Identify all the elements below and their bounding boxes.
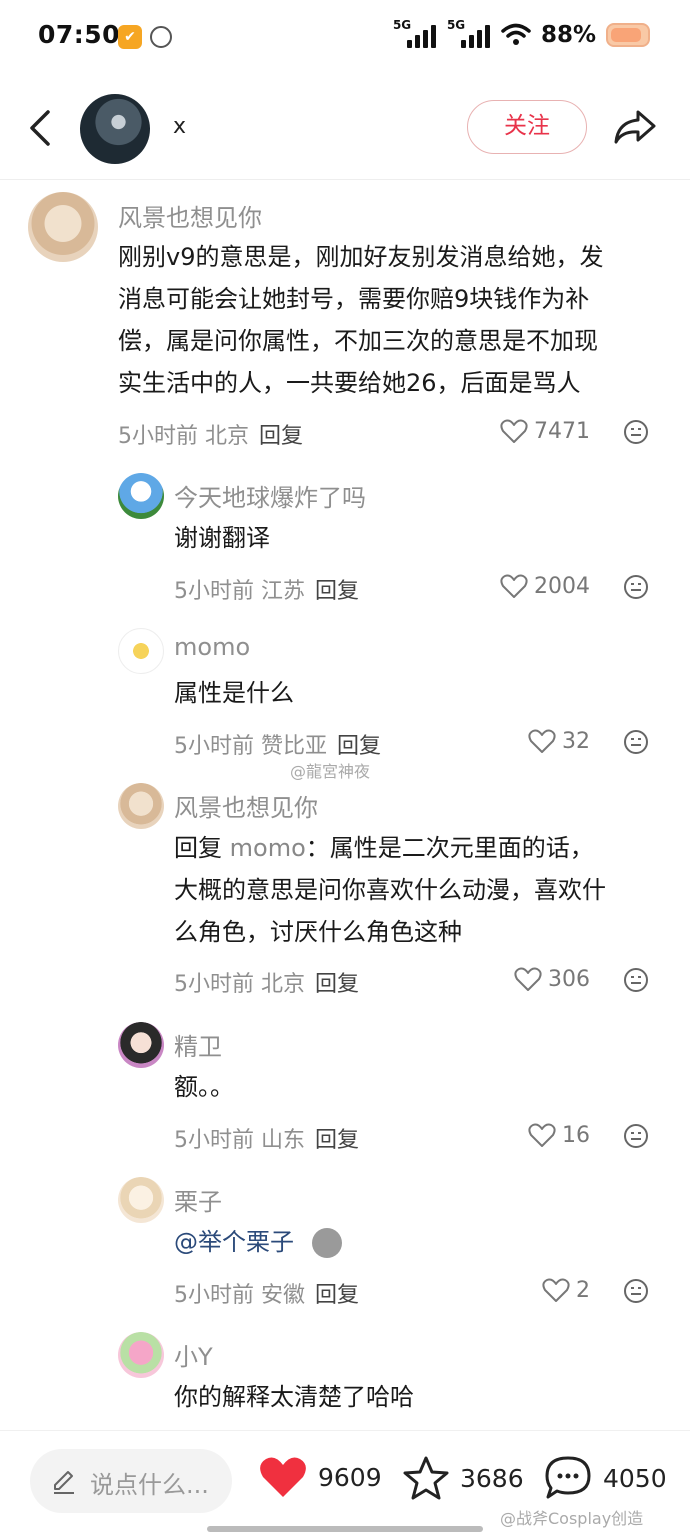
avatar[interactable] — [28, 192, 98, 262]
status-time: 07:50 — [38, 20, 121, 49]
reply-button[interactable]: 回复 — [259, 424, 303, 449]
star-icon — [403, 1456, 449, 1500]
comment-meta: 5小时前 山东 回复 — [174, 1128, 360, 1153]
author-name[interactable]: x — [173, 114, 186, 139]
comment-username[interactable]: 风景也想见你 — [118, 198, 262, 233]
comment-text: 属性是什么 — [174, 679, 294, 707]
notification-circle-icon — [150, 26, 172, 48]
comment-text: 刚别v9的意思是，刚加好友别发消息给她，发 消息可能会让她封号，需要你赔9块钱作… — [118, 243, 604, 397]
like-button[interactable]: 2 — [542, 1277, 590, 1303]
reply-button[interactable]: 回复 — [315, 972, 359, 997]
watermark: @战斧Cosplay创造 — [500, 1509, 644, 1528]
emoji-react-icon[interactable] — [623, 729, 649, 755]
bottom-action-bar: 说点什么... 9609 3686 4050 @战斧Cosplay创造 — [0, 1430, 690, 1533]
comment-text: 你的解释太清楚了哈哈 — [174, 1383, 414, 1411]
reply-mention[interactable]: momo — [230, 834, 306, 862]
follow-button[interactable]: 关注 — [467, 100, 587, 154]
avatar[interactable] — [118, 1177, 164, 1223]
comment-list: 风景也想见你 刚别v9的意思是，刚加好友别发消息给她，发 消息可能会让她封号，需… — [0, 180, 690, 1430]
emoji-react-icon[interactable] — [623, 574, 649, 600]
reply-button[interactable]: 回复 — [315, 579, 359, 604]
comments-button[interactable]: 4050 — [543, 1455, 667, 1501]
like-button[interactable]: 306 — [514, 966, 590, 992]
comment-username[interactable]: 精卫 — [174, 1027, 222, 1062]
avatar[interactable] — [118, 628, 164, 674]
comment-meta: 5小时前 赞比亚 回复 — [174, 734, 382, 759]
input-placeholder: 说点什么... — [90, 1471, 209, 1499]
reply-button[interactable]: 回复 — [337, 734, 381, 759]
emoji-react-icon[interactable] — [623, 1278, 649, 1304]
sticker-icon — [311, 1228, 342, 1258]
favorite-count: 3686 — [460, 1463, 524, 1493]
battery-icon — [606, 23, 650, 47]
comment-text: @举个栗子 — [174, 1221, 342, 1263]
heart-outline-icon — [500, 574, 528, 598]
comment-username[interactable]: 栗子 — [174, 1182, 222, 1217]
comment-text: 额。。 — [174, 1073, 234, 1101]
status-bar: 07:50 ✔ 5G 5G 88% — [0, 0, 690, 72]
like-post-button[interactable]: 9609 — [258, 1455, 382, 1499]
comment-meta: 5小时前 北京 回复 — [174, 972, 360, 997]
author-avatar[interactable] — [80, 94, 150, 164]
share-icon[interactable] — [612, 104, 658, 150]
heart-outline-icon — [500, 419, 528, 443]
comment-username[interactable]: momo — [174, 633, 250, 661]
heart-outline-icon — [528, 1123, 556, 1147]
comment-meta: 5小时前 安徽 回复 — [174, 1283, 360, 1308]
comment-meta: 5小时前 江苏 回复 — [174, 579, 360, 604]
post-like-count: 9609 — [318, 1462, 382, 1492]
like-button[interactable]: 32 — [528, 728, 590, 754]
comment-meta: 5小时前 北京 回复 — [118, 424, 304, 449]
notification-app-icon: ✔ — [118, 25, 142, 49]
comment-bubble-icon — [545, 1456, 591, 1499]
comment-username[interactable]: 风景也想见你 — [174, 788, 318, 823]
heart-outline-icon — [542, 1278, 570, 1302]
pencil-icon — [54, 1471, 74, 1494]
like-button[interactable]: 16 — [528, 1122, 590, 1148]
like-button[interactable]: 7471 — [500, 418, 590, 444]
home-indicator — [207, 1526, 483, 1532]
top-nav: x 关注 — [0, 80, 690, 180]
emoji-react-icon[interactable] — [623, 419, 649, 445]
avatar[interactable] — [118, 1022, 164, 1068]
battery-percent: 88% — [540, 22, 596, 48]
reply-button[interactable]: 回复 — [315, 1128, 359, 1153]
heart-filled-icon — [260, 1457, 306, 1497]
emoji-react-icon[interactable] — [623, 1123, 649, 1149]
signal-icon-2: 5G — [447, 18, 491, 50]
heart-outline-icon — [528, 729, 556, 753]
comment-input[interactable]: 说点什么... — [30, 1449, 232, 1513]
wifi-icon — [501, 23, 531, 45]
heart-outline-icon — [514, 967, 542, 991]
comment-username[interactable]: 小Y — [174, 1337, 213, 1372]
avatar[interactable] — [118, 1332, 164, 1378]
comment-text: 回复 momo：属性是二次元里面的话， 大概的意思是问你喜欢什么动漫，喜欢什 么… — [174, 834, 606, 946]
avatar[interactable] — [118, 473, 164, 519]
back-arrow-icon[interactable] — [22, 106, 62, 150]
comment-count: 4050 — [603, 1463, 667, 1493]
watermark: @龍宮神夜 — [290, 762, 371, 781]
reply-button[interactable]: 回复 — [315, 1283, 359, 1308]
mention-link[interactable]: @举个栗子 — [174, 1228, 294, 1256]
like-button[interactable]: 2004 — [500, 573, 590, 599]
emoji-react-icon[interactable] — [623, 967, 649, 993]
avatar[interactable] — [118, 783, 164, 829]
comment-username[interactable]: 今天地球爆炸了吗 — [174, 478, 366, 513]
comment-text: 谢谢翻译 — [174, 524, 270, 552]
signal-icon: 5G — [393, 18, 437, 50]
favorite-button[interactable]: 3686 — [402, 1455, 524, 1501]
